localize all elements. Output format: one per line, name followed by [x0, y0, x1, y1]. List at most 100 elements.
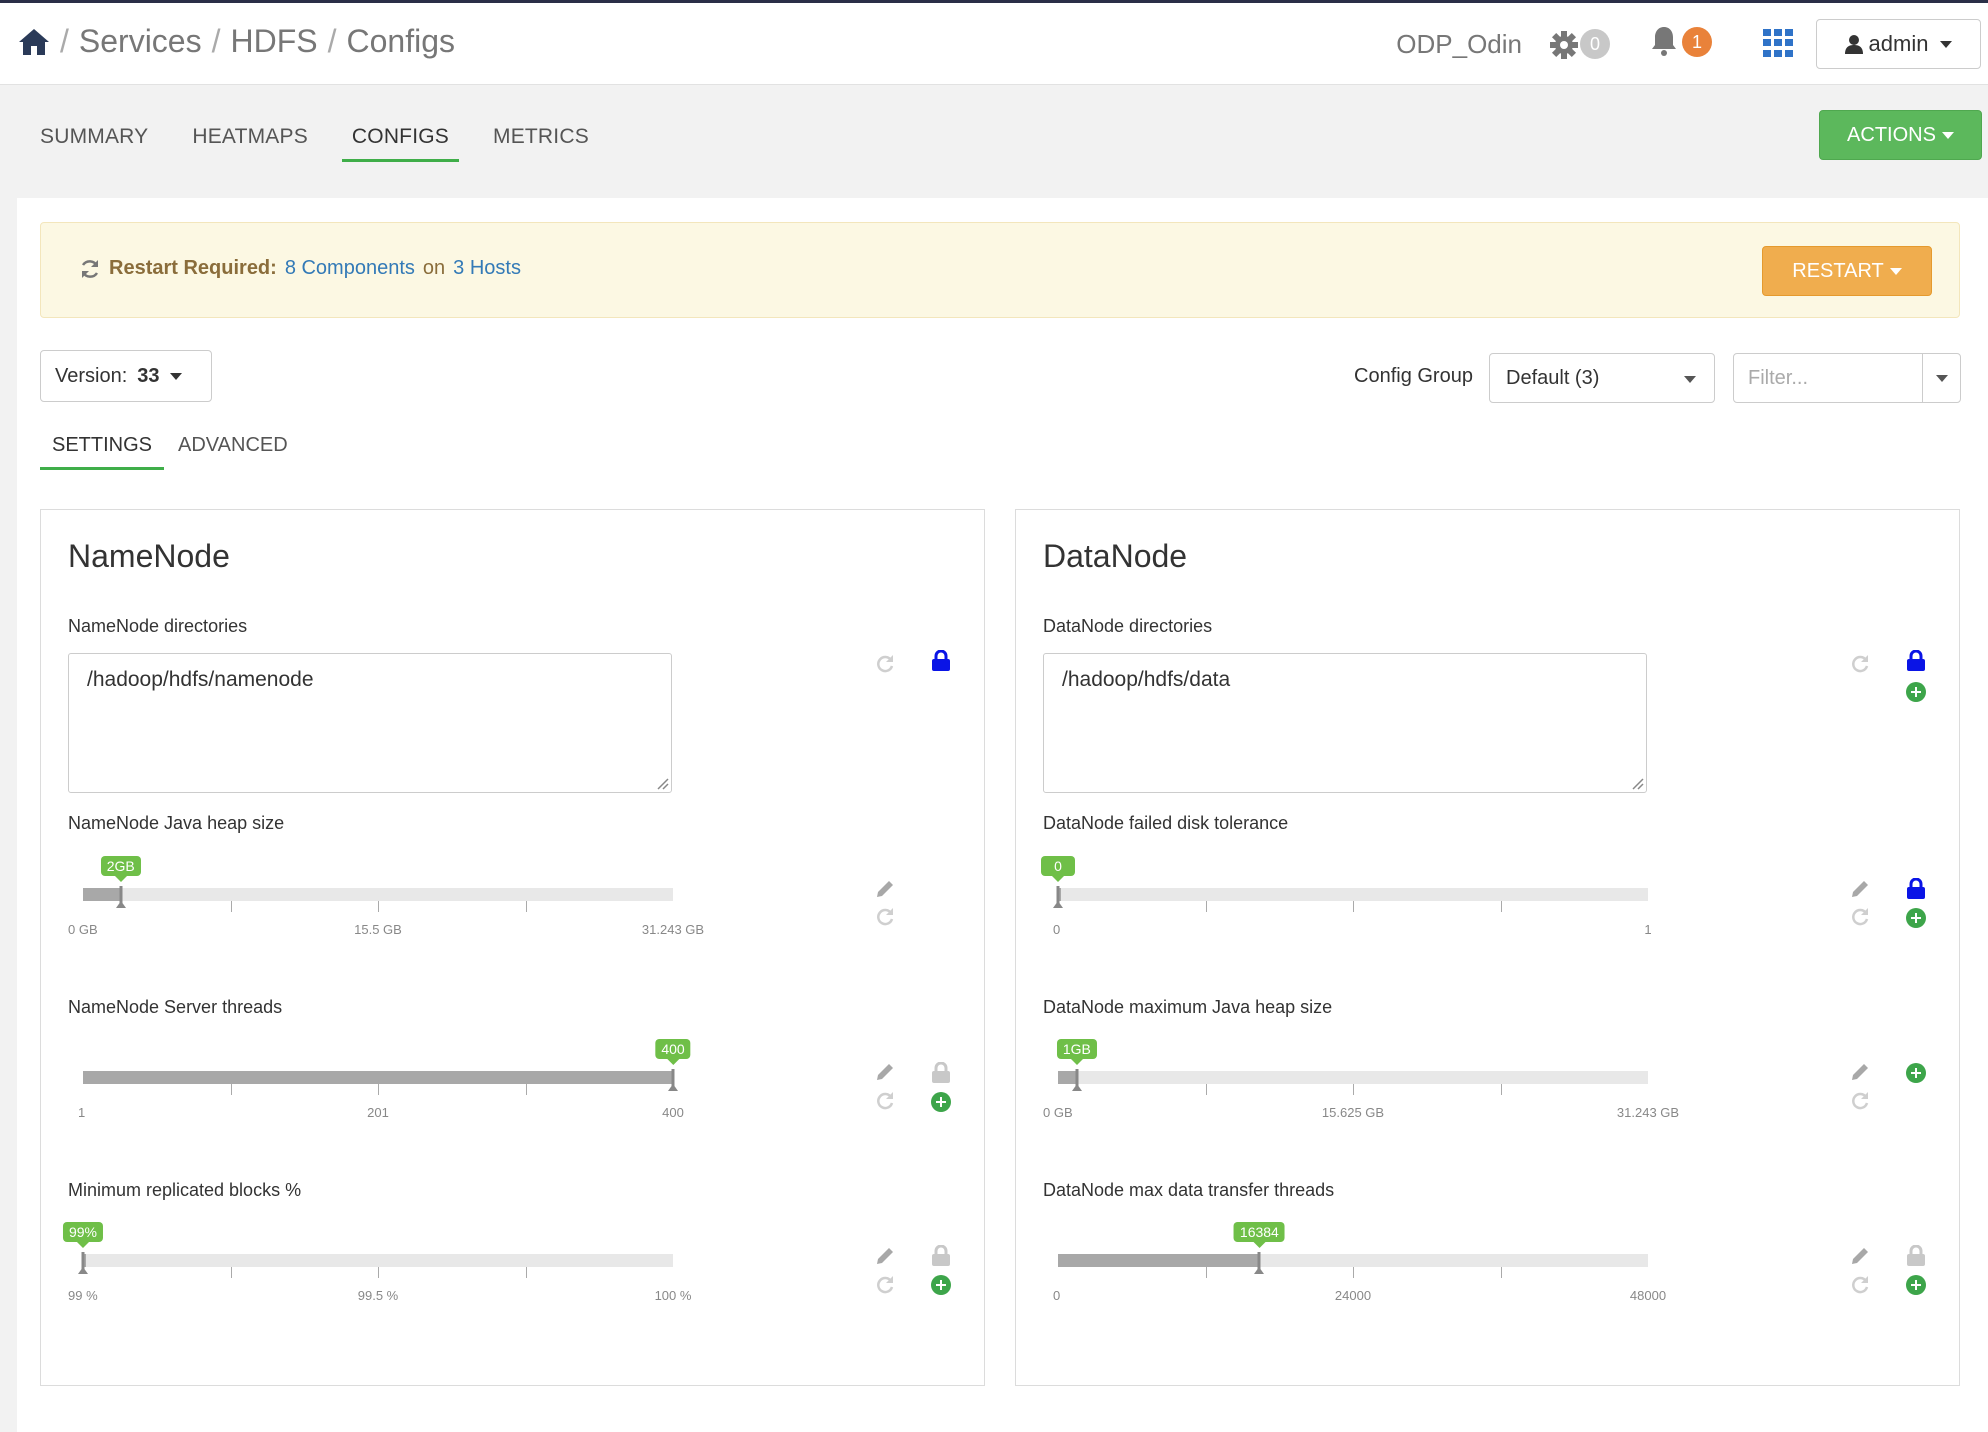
undo-icon[interactable] [874, 1090, 896, 1112]
add-override-icon[interactable] [1906, 1063, 1926, 1083]
tab-configs[interactable]: CONFIGS [341, 125, 459, 162]
edit-icon[interactable] [874, 1245, 896, 1267]
slider-tick [230, 1084, 232, 1095]
undo-icon[interactable] [1849, 1090, 1871, 1112]
slider-tick [525, 1084, 527, 1095]
background-ops-button[interactable]: 0 [1548, 27, 1618, 63]
datanode-dirs-input[interactable] [1043, 653, 1647, 793]
chevron-down-icon [1684, 376, 1696, 383]
breadcrumb-separator: / [327, 23, 337, 59]
undo-icon[interactable] [874, 653, 896, 675]
lock-icon[interactable] [1905, 878, 1927, 900]
slider-track[interactable] [83, 1071, 673, 1084]
alerts-button[interactable]: 1 [1650, 25, 1720, 61]
namenode-title: NameNode [68, 538, 230, 574]
slider-track[interactable] [1058, 1071, 1648, 1084]
tab-advanced[interactable]: ADVANCED [166, 434, 300, 470]
lock-icon[interactable] [930, 1062, 952, 1084]
restart-button[interactable]: RESTART [1762, 246, 1932, 296]
resize-handle-icon[interactable] [1630, 776, 1644, 790]
components-link[interactable]: 8 Components [285, 257, 415, 280]
undo-icon[interactable] [874, 1274, 896, 1296]
breadcrumb-separator: / [211, 23, 221, 59]
slider-tick [378, 901, 379, 912]
chevron-down-icon [1941, 131, 1954, 139]
namenode-dirs-label: NameNode directories [68, 616, 248, 636]
undo-icon[interactable] [1849, 1274, 1871, 1296]
add-override-icon[interactable] [931, 1092, 951, 1112]
user-menu-button[interactable]: admin [1816, 19, 1981, 69]
hosts-link[interactable]: 3 Hosts [453, 257, 521, 280]
version-dropdown[interactable]: Version: 33 [40, 350, 212, 402]
home-icon[interactable] [18, 26, 50, 58]
slider-tick [1500, 1267, 1502, 1278]
namenode-dirs-input[interactable] [68, 653, 672, 793]
add-override-icon[interactable] [931, 1275, 951, 1295]
apps-grid-icon[interactable] [1763, 29, 1793, 57]
breadcrumb-hdfs[interactable]: HDFS [230, 23, 317, 60]
lock-icon[interactable] [1905, 650, 1927, 672]
slider-value-badge: 1GB [1056, 1039, 1097, 1065]
undo-icon[interactable] [1849, 653, 1871, 675]
add-override-icon[interactable] [1906, 682, 1926, 702]
add-override-icon[interactable] [1906, 1275, 1926, 1295]
namenode-heap-slider[interactable]: 2GB 0 GB 15.5 GB 31.243 GB [68, 848, 768, 938]
resize-handle-icon[interactable] [655, 776, 669, 790]
slider-track[interactable] [1058, 1254, 1648, 1267]
actions-button[interactable]: ACTIONS [1819, 110, 1982, 160]
edit-icon[interactable] [874, 1061, 896, 1083]
lock-icon[interactable] [930, 650, 952, 672]
tolerance-slider[interactable]: 0 0 1 [1041, 848, 1743, 938]
edit-icon[interactable] [1849, 1245, 1871, 1267]
undo-icon[interactable] [1849, 906, 1871, 928]
config-group-label: Config Group [1354, 365, 1473, 387]
slider-pointer-icon [1254, 1267, 1265, 1274]
actions-label: ACTIONS [1847, 123, 1936, 146]
bell-icon [1652, 27, 1676, 56]
slider-track[interactable] [83, 1254, 673, 1267]
slider-tick-label: 400 [662, 1105, 684, 1120]
slider-track[interactable] [1058, 888, 1648, 901]
edit-icon[interactable] [1849, 878, 1871, 900]
slider-value-badge: 2GB [100, 856, 141, 882]
slider-pointer-icon [668, 1084, 678, 1091]
slider-tick [378, 1267, 379, 1278]
slider-tick [1500, 901, 1502, 912]
edit-icon[interactable] [1849, 1061, 1871, 1083]
slider-fill [83, 888, 121, 901]
breadcrumb: / Services / HDFS / Configs [18, 23, 455, 60]
namenode-heap-label: NameNode Java heap size [68, 813, 285, 833]
filter-input[interactable] [1734, 354, 1922, 402]
namenode-threads-slider[interactable]: 400 1 201 400 [68, 1031, 768, 1121]
datanode-heap-slider[interactable]: 1GB 0 GB 15.625 GB 31.243 GB [1043, 1031, 1743, 1121]
add-override-icon[interactable] [1906, 908, 1926, 928]
user-icon [1844, 35, 1863, 54]
edit-icon[interactable] [874, 878, 896, 900]
slider-tick [525, 901, 527, 912]
tolerance-label: DataNode failed disk tolerance [1043, 813, 1289, 833]
config-group-select[interactable]: Default (3) [1489, 353, 1715, 403]
slider-value-badge: 400 [655, 1039, 691, 1065]
slider-tick-label: 99.5 % [357, 1288, 399, 1303]
tab-heatmaps[interactable]: HEATMAPS [182, 125, 318, 162]
tab-metrics[interactable]: METRICS [483, 125, 599, 162]
slider-value-badge: 16384 [1233, 1222, 1285, 1248]
slider-tick-label: 31.243 GB [1616, 1105, 1680, 1120]
version-value: 33 [137, 364, 160, 387]
transfer-threads-slider[interactable]: 16384 0 24000 48000 [1043, 1214, 1743, 1304]
filter-dropdown-button[interactable] [1922, 354, 1960, 402]
on-text: on [422, 257, 446, 279]
minrep-slider[interactable]: 99% 99 % 99.5 % 100 % [62, 1214, 768, 1304]
restart-required-label: Restart Required: [109, 257, 277, 279]
slider-value-badge: 99% [62, 1222, 104, 1248]
lock-icon[interactable] [930, 1245, 952, 1267]
slider-tick-label: 31.243 GB [641, 922, 705, 937]
cluster-name: ODP_Odin [1396, 29, 1522, 59]
undo-icon[interactable] [874, 906, 896, 928]
tab-summary[interactable]: SUMMARY [30, 125, 158, 162]
slider-pointer-icon [115, 901, 126, 908]
lock-icon[interactable] [1905, 1245, 1927, 1267]
slider-track[interactable] [83, 888, 673, 901]
breadcrumb-services[interactable]: Services [79, 23, 202, 60]
tab-settings[interactable]: SETTINGS [40, 434, 165, 470]
